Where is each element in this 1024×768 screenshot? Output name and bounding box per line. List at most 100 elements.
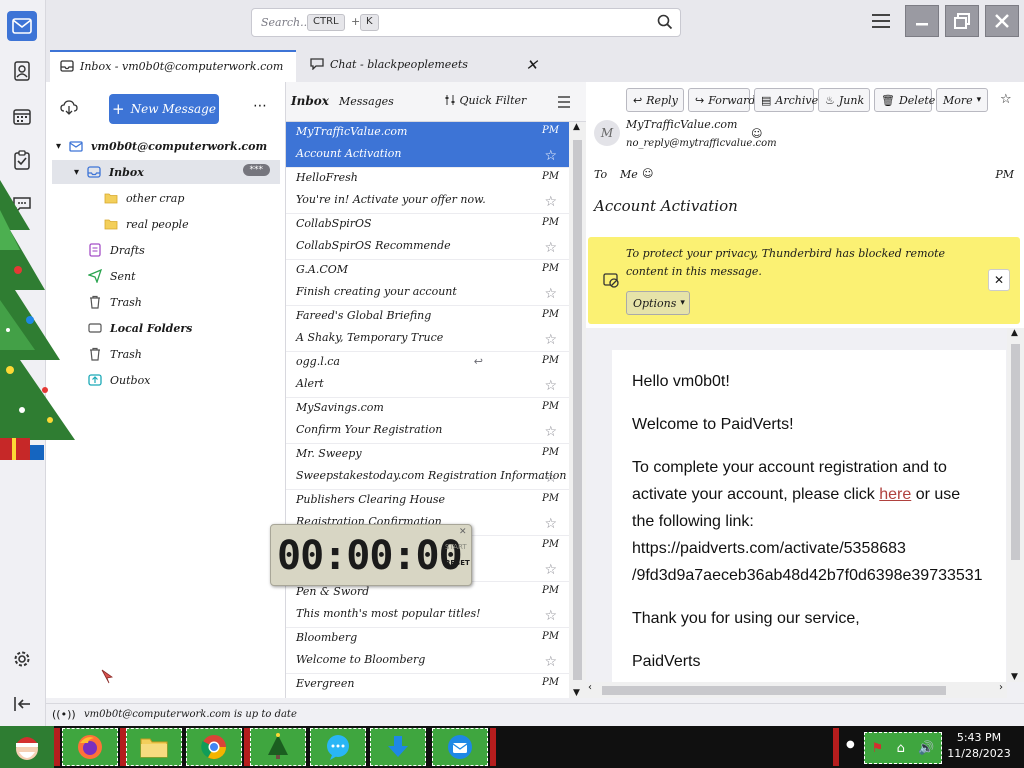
reader-horizontal-scrollbar[interactable]: ‹ › (586, 682, 1007, 698)
taskbar-christmas-tree-app[interactable] (250, 728, 306, 766)
app-menu-button[interactable] (872, 14, 890, 30)
local-folders-row[interactable]: Local Folders (88, 316, 192, 340)
scrollbar-thumb[interactable] (573, 140, 582, 680)
table-row[interactable]: MySavings.com PM Confirm Your Registrati… (286, 398, 569, 444)
close-tab-icon[interactable]: ✕ (525, 56, 538, 74)
star-icon[interactable]: ☆ (544, 148, 557, 164)
from-name[interactable]: MyTrafficValue.com (626, 118, 737, 131)
status-bar: ((•)) vm0b0t@computerwork.com is up to d… (46, 703, 1024, 726)
space-chat-button[interactable] (7, 190, 37, 220)
collapse-spaces-button[interactable] (7, 689, 37, 719)
star-icon[interactable]: ☆ (544, 516, 557, 532)
settings-button[interactable] (7, 644, 37, 674)
junk-button[interactable]: ♨ Junk (818, 88, 870, 112)
forward-button[interactable]: ↪ Forward (688, 88, 755, 112)
delete-button[interactable]: 🗑 Delete (874, 88, 935, 112)
tab-chat[interactable]: Chat - blackpeoplemeets ✕ (300, 50, 546, 82)
scroll-right-icon[interactable]: › (999, 682, 1003, 693)
activation-url-2[interactable]: /9fd3d9a7aeceb36ab48d42b7f0d6398e3973353… (632, 567, 983, 584)
star-icon[interactable]: ☆ (544, 470, 557, 486)
activation-url-1[interactable]: https://paidverts.com/activate/5358683 (632, 540, 906, 557)
minimize-button[interactable] (905, 5, 939, 37)
options-button[interactable]: Options ▾ (626, 291, 690, 315)
account-row[interactable]: ▾ vm0b0t@computerwork.com (56, 134, 281, 158)
table-row[interactable]: ogg.l.ca ↩ PM Alert ☆ (286, 352, 569, 398)
reader-scrollbar[interactable]: ▲ ▼ (1007, 328, 1024, 682)
space-mail-button[interactable] (7, 11, 37, 41)
folder-real-people[interactable]: real people (104, 212, 189, 236)
clock[interactable]: 5:43 PM 11/28/2023 (944, 730, 1014, 762)
scroll-up-icon[interactable]: ▲ (573, 122, 580, 132)
taskbar-chrome[interactable] (186, 728, 242, 766)
star-icon[interactable]: ☆ (544, 654, 557, 670)
search-input[interactable]: Search... CTRL + K (251, 8, 681, 37)
star-icon[interactable]: ☆ (544, 332, 557, 348)
folder-drafts-label: Drafts (110, 243, 145, 257)
timer-reset-button[interactable]: RESET (445, 559, 470, 567)
row-sender: Fareed's Global Briefing (296, 309, 432, 322)
close-notice-icon[interactable]: ✕ (988, 269, 1010, 291)
start-button[interactable] (0, 726, 54, 768)
space-tasks-button[interactable] (7, 145, 37, 175)
taskbar-firefox[interactable] (62, 728, 118, 766)
archive-button[interactable]: ▤ Archive (754, 88, 818, 112)
list-display-options-icon[interactable] (557, 95, 571, 109)
close-window-button[interactable] (985, 5, 1019, 37)
folder-inbox[interactable]: ▾ Inbox *** (52, 160, 280, 184)
star-icon[interactable]: ☆ (544, 194, 557, 210)
space-address-book-button[interactable] (7, 56, 37, 86)
table-row[interactable]: MyTrafficValue.com PM Account Activation… (286, 122, 569, 168)
volume-icon[interactable]: 🔊 (918, 741, 934, 756)
space-calendar-button[interactable] (7, 101, 37, 131)
table-row[interactable]: HelloFresh PM You're in! Activate your o… (286, 168, 569, 214)
table-row[interactable]: Mr. Sweepy PM Sweepstakestoday.com Regis… (286, 444, 569, 490)
star-icon[interactable]: ☆ (544, 424, 557, 440)
scroll-down-icon[interactable]: ▼ (1011, 672, 1018, 682)
search-icon[interactable] (656, 13, 674, 31)
folder-trash[interactable]: Trash (88, 290, 142, 314)
table-row[interactable]: Pen & Sword PM This month's most popular… (286, 582, 569, 628)
reply-button[interactable]: ↩ Reply (626, 88, 684, 112)
network-icon[interactable]: ⌂ (897, 741, 905, 756)
timer-start-button[interactable]: START (445, 543, 467, 551)
quick-filter-button[interactable]: Quick Filter (444, 94, 526, 107)
activation-link[interactable]: here (879, 486, 911, 503)
timer-close-icon[interactable]: ✕ (459, 527, 467, 537)
star-icon[interactable]: ☆ (544, 378, 557, 394)
scrollbar-thumb[interactable] (1011, 344, 1020, 560)
get-messages-icon[interactable] (60, 100, 78, 116)
folder-drafts[interactable]: Drafts (88, 238, 145, 262)
table-row[interactable]: G.A.COM PM Finish creating your account … (286, 260, 569, 306)
message-list-scrollbar[interactable]: ▲ ▼ (569, 122, 586, 698)
online-status-icon[interactable]: ((•)) (52, 708, 76, 721)
star-icon[interactable]: ☆ (544, 608, 557, 624)
row-sender: Publishers Clearing House (296, 493, 446, 506)
new-message-button[interactable]: + New Message (109, 94, 219, 124)
scroll-up-icon[interactable]: ▲ (1011, 328, 1018, 338)
table-row[interactable]: Fareed's Global Briefing PM A Shaky, Tem… (286, 306, 569, 352)
scroll-down-icon[interactable]: ▼ (573, 688, 580, 698)
taskbar-thunderbird[interactable] (432, 728, 488, 766)
table-row[interactable]: CollabSpirOS PM CollabSpirOS Recommende … (286, 214, 569, 260)
table-row[interactable]: Bloomberg PM Welcome to Bloomberg ☆ (286, 628, 569, 674)
tab-inbox[interactable]: Inbox - vm0b0t@computerwork.com (50, 50, 296, 82)
taskbar-file-explorer[interactable] (126, 728, 182, 766)
to-value[interactable]: Me (620, 168, 638, 181)
local-folder-outbox[interactable]: Outbox (88, 368, 150, 392)
local-folder-trash[interactable]: Trash (88, 342, 142, 366)
more-button[interactable]: More ▾ (936, 88, 988, 112)
folder-pane-options-icon[interactable]: ⋯ (253, 98, 267, 114)
action-center-icon[interactable]: ⚑ (872, 741, 884, 756)
scrollbar-thumb[interactable] (602, 686, 946, 695)
taskbar-downloader[interactable] (370, 728, 426, 766)
folder-sent[interactable]: Sent (88, 264, 136, 288)
scroll-left-icon[interactable]: ‹ (588, 682, 592, 693)
star-icon[interactable]: ☆ (1000, 92, 1012, 107)
star-icon[interactable]: ☆ (544, 240, 557, 256)
star-icon[interactable]: ☆ (544, 286, 557, 302)
table-row[interactable]: Evergreen PM (286, 674, 569, 698)
restore-button[interactable] (945, 5, 979, 37)
folder-other-crap[interactable]: other crap (104, 186, 184, 210)
star-icon[interactable]: ☆ (544, 562, 557, 578)
taskbar-chat-app[interactable] (310, 728, 366, 766)
